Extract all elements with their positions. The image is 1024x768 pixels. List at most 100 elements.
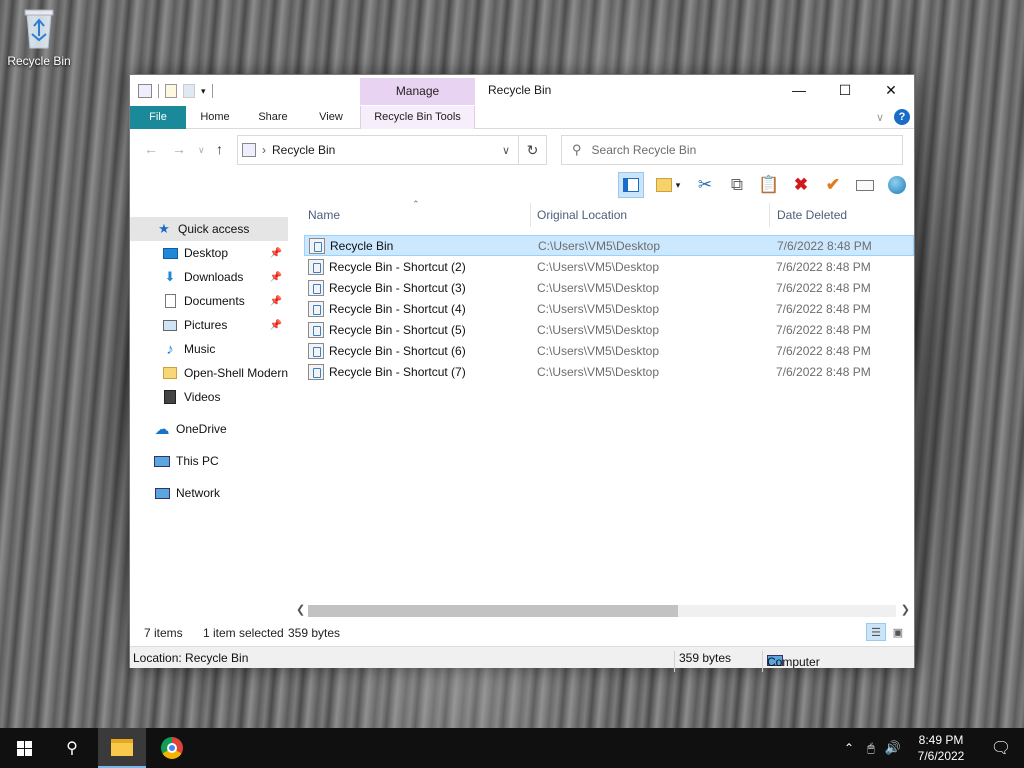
tab-share[interactable]: Share bbox=[248, 106, 298, 129]
table-row[interactable]: Recycle Bin - Shortcut (6) C:\Users\VM5\… bbox=[304, 340, 914, 361]
sidebar-item-videos[interactable]: Videos bbox=[130, 385, 288, 409]
sidebar-item-network[interactable]: Network bbox=[130, 481, 288, 505]
sidebar-item-quick-access[interactable]: ★ Quick access bbox=[130, 217, 288, 241]
customize-qat-dropdown-icon[interactable]: ▾ bbox=[201, 86, 206, 97]
table-row[interactable]: Recycle Bin - Shortcut (7) C:\Users\VM5\… bbox=[304, 361, 914, 382]
address-bar[interactable]: › Recycle Bin ∨ bbox=[237, 135, 519, 165]
sidebar-item-music[interactable]: ♪ Music bbox=[130, 337, 288, 361]
restore-check-icon[interactable]: ✔ bbox=[820, 172, 846, 198]
notification-icon[interactable]: 🗨 bbox=[978, 738, 1024, 758]
file-date-deleted: 7/6/2022 8:48 PM bbox=[777, 238, 872, 253]
pin-icon[interactable]: 📌 bbox=[270, 248, 282, 259]
taskbar-file-explorer[interactable] bbox=[98, 728, 146, 768]
search-button[interactable]: ⚲ bbox=[48, 728, 96, 768]
file-name: Recycle Bin - Shortcut (2) bbox=[329, 259, 466, 274]
divider bbox=[674, 651, 675, 672]
cloud-icon: ☁ bbox=[154, 421, 170, 438]
manage-contextual-tab[interactable]: Manage bbox=[360, 78, 475, 105]
show-hidden-icons-chevron-icon[interactable]: ⌃ bbox=[838, 741, 860, 755]
table-row[interactable]: Recycle Bin C:\Users\VM5\Desktop 7/6/202… bbox=[304, 235, 914, 256]
selection-count: 1 item selected bbox=[203, 626, 284, 640]
large-icons-view-icon[interactable]: ▣ bbox=[888, 623, 908, 641]
network-icon[interactable]: 🖱 bbox=[860, 741, 882, 756]
recycle-bin-small-icon[interactable] bbox=[138, 84, 152, 98]
scroll-left-icon[interactable]: ❮ bbox=[296, 603, 305, 616]
folder-icon bbox=[162, 365, 178, 381]
file-date-deleted: 7/6/2022 8:48 PM bbox=[776, 259, 871, 274]
delete-icon[interactable]: ✖ bbox=[788, 172, 814, 198]
windows-logo-icon bbox=[16, 740, 32, 756]
sidebar-item-documents[interactable]: Documents 📌 bbox=[130, 289, 288, 313]
navigation-bar: ← → ∨ ↑ › Recycle Bin ∨ ↻ ⚲ Search Recyc… bbox=[130, 131, 914, 167]
document-icon bbox=[162, 293, 178, 309]
column-divider[interactable] bbox=[530, 203, 531, 227]
recycle-bin-address-icon bbox=[242, 143, 256, 157]
column-divider[interactable] bbox=[769, 203, 770, 227]
file-name: Recycle Bin - Shortcut (3) bbox=[329, 280, 466, 295]
clock[interactable]: 8:49 PM 7/6/2022 bbox=[904, 732, 978, 764]
table-row[interactable]: Recycle Bin - Shortcut (2) C:\Users\VM5\… bbox=[304, 256, 914, 277]
new-folder-icon[interactable] bbox=[183, 84, 195, 98]
sidebar-item-pictures[interactable]: Pictures 📌 bbox=[130, 313, 288, 337]
shortcut-file-icon bbox=[308, 342, 324, 359]
scroll-thumb[interactable] bbox=[308, 605, 678, 617]
sort-ascending-icon: ⌃ bbox=[412, 199, 420, 209]
paste-icon[interactable]: 📋 bbox=[756, 172, 782, 198]
horizontal-scrollbar[interactable]: ❮ ❯ bbox=[292, 603, 914, 619]
window-controls: — ☐ ✕ bbox=[776, 75, 914, 105]
column-header-original-location[interactable]: Original Location bbox=[537, 208, 627, 222]
breadcrumb[interactable]: Recycle Bin bbox=[272, 143, 335, 157]
search-input[interactable]: ⚲ Search Recycle Bin bbox=[561, 135, 903, 165]
scroll-right-icon[interactable]: ❯ bbox=[901, 603, 910, 616]
taskbar-chrome[interactable] bbox=[148, 728, 196, 768]
navigation-pane: ★ Quick access Desktop 📌 ⬇ Downloads 📌 D… bbox=[130, 203, 290, 603]
navigation-pane-icon[interactable] bbox=[618, 172, 644, 198]
properties-icon[interactable] bbox=[165, 84, 177, 98]
divider bbox=[211, 84, 213, 98]
close-button[interactable]: ✕ bbox=[868, 75, 914, 105]
chrome-icon bbox=[161, 737, 183, 759]
rename-icon[interactable] bbox=[852, 172, 878, 198]
tab-recycle-bin-tools[interactable]: Recycle Bin Tools bbox=[360, 106, 475, 129]
back-arrow-icon[interactable]: ← bbox=[144, 141, 158, 157]
sidebar-item-open-shell-modern[interactable]: Open-Shell Modern bbox=[130, 361, 288, 385]
sidebar-item-onedrive[interactable]: ☁ OneDrive bbox=[130, 417, 288, 441]
forward-arrow-icon[interactable]: → bbox=[172, 141, 186, 157]
column-header-date-deleted[interactable]: Date Deleted bbox=[777, 208, 847, 222]
copy-icon[interactable]: ⧉ bbox=[724, 172, 750, 198]
refresh-button[interactable]: ↻ bbox=[519, 135, 547, 165]
volume-icon[interactable]: 🔊 bbox=[882, 740, 904, 756]
maximize-button[interactable]: ☐ bbox=[822, 75, 868, 105]
sidebar-item-this-pc[interactable]: This PC bbox=[130, 449, 288, 473]
file-date-deleted: 7/6/2022 8:48 PM bbox=[776, 301, 871, 316]
details-view-icon[interactable]: ☰ bbox=[866, 623, 886, 641]
start-button[interactable] bbox=[0, 728, 48, 768]
sidebar-item-label: This PC bbox=[176, 454, 219, 468]
up-arrow-icon[interactable]: ↑ bbox=[216, 141, 223, 157]
help-icon[interactable]: ? bbox=[894, 109, 910, 125]
sidebar-item-downloads[interactable]: ⬇ Downloads 📌 bbox=[130, 265, 288, 289]
pin-icon[interactable]: 📌 bbox=[270, 320, 282, 331]
pin-icon[interactable]: 📌 bbox=[270, 272, 282, 283]
desktop-recycle-bin[interactable]: Recycle Bin bbox=[6, 6, 72, 68]
ribbon-tab-bar: File Home Share View Recycle Bin Tools ∨… bbox=[130, 105, 914, 129]
address-dropdown-icon[interactable]: ∨ bbox=[502, 144, 510, 157]
sidebar-item-label: Music bbox=[184, 342, 216, 356]
music-icon: ♪ bbox=[166, 340, 174, 358]
minimize-button[interactable]: — bbox=[776, 75, 822, 105]
tab-file[interactable]: File bbox=[130, 106, 186, 129]
cut-icon[interactable]: ✂ bbox=[692, 172, 718, 198]
file-location: C:\Users\VM5\Desktop bbox=[537, 322, 660, 337]
pin-icon[interactable]: 📌 bbox=[270, 296, 282, 307]
sidebar-item-desktop[interactable]: Desktop 📌 bbox=[130, 241, 288, 265]
tab-view[interactable]: View bbox=[306, 106, 356, 129]
recent-locations-chevron-icon[interactable]: ∨ bbox=[198, 145, 205, 156]
table-row[interactable]: Recycle Bin - Shortcut (3) C:\Users\VM5\… bbox=[304, 277, 914, 298]
new-folder-menu-icon[interactable]: ▾ bbox=[650, 172, 686, 198]
table-row[interactable]: Recycle Bin - Shortcut (4) C:\Users\VM5\… bbox=[304, 298, 914, 319]
expand-ribbon-chevron-icon[interactable]: ∨ bbox=[876, 111, 884, 124]
tab-home[interactable]: Home bbox=[190, 106, 240, 129]
column-header-name[interactable]: Name bbox=[308, 208, 340, 222]
globe-icon[interactable] bbox=[884, 172, 910, 198]
table-row[interactable]: Recycle Bin - Shortcut (5) C:\Users\VM5\… bbox=[304, 319, 914, 340]
